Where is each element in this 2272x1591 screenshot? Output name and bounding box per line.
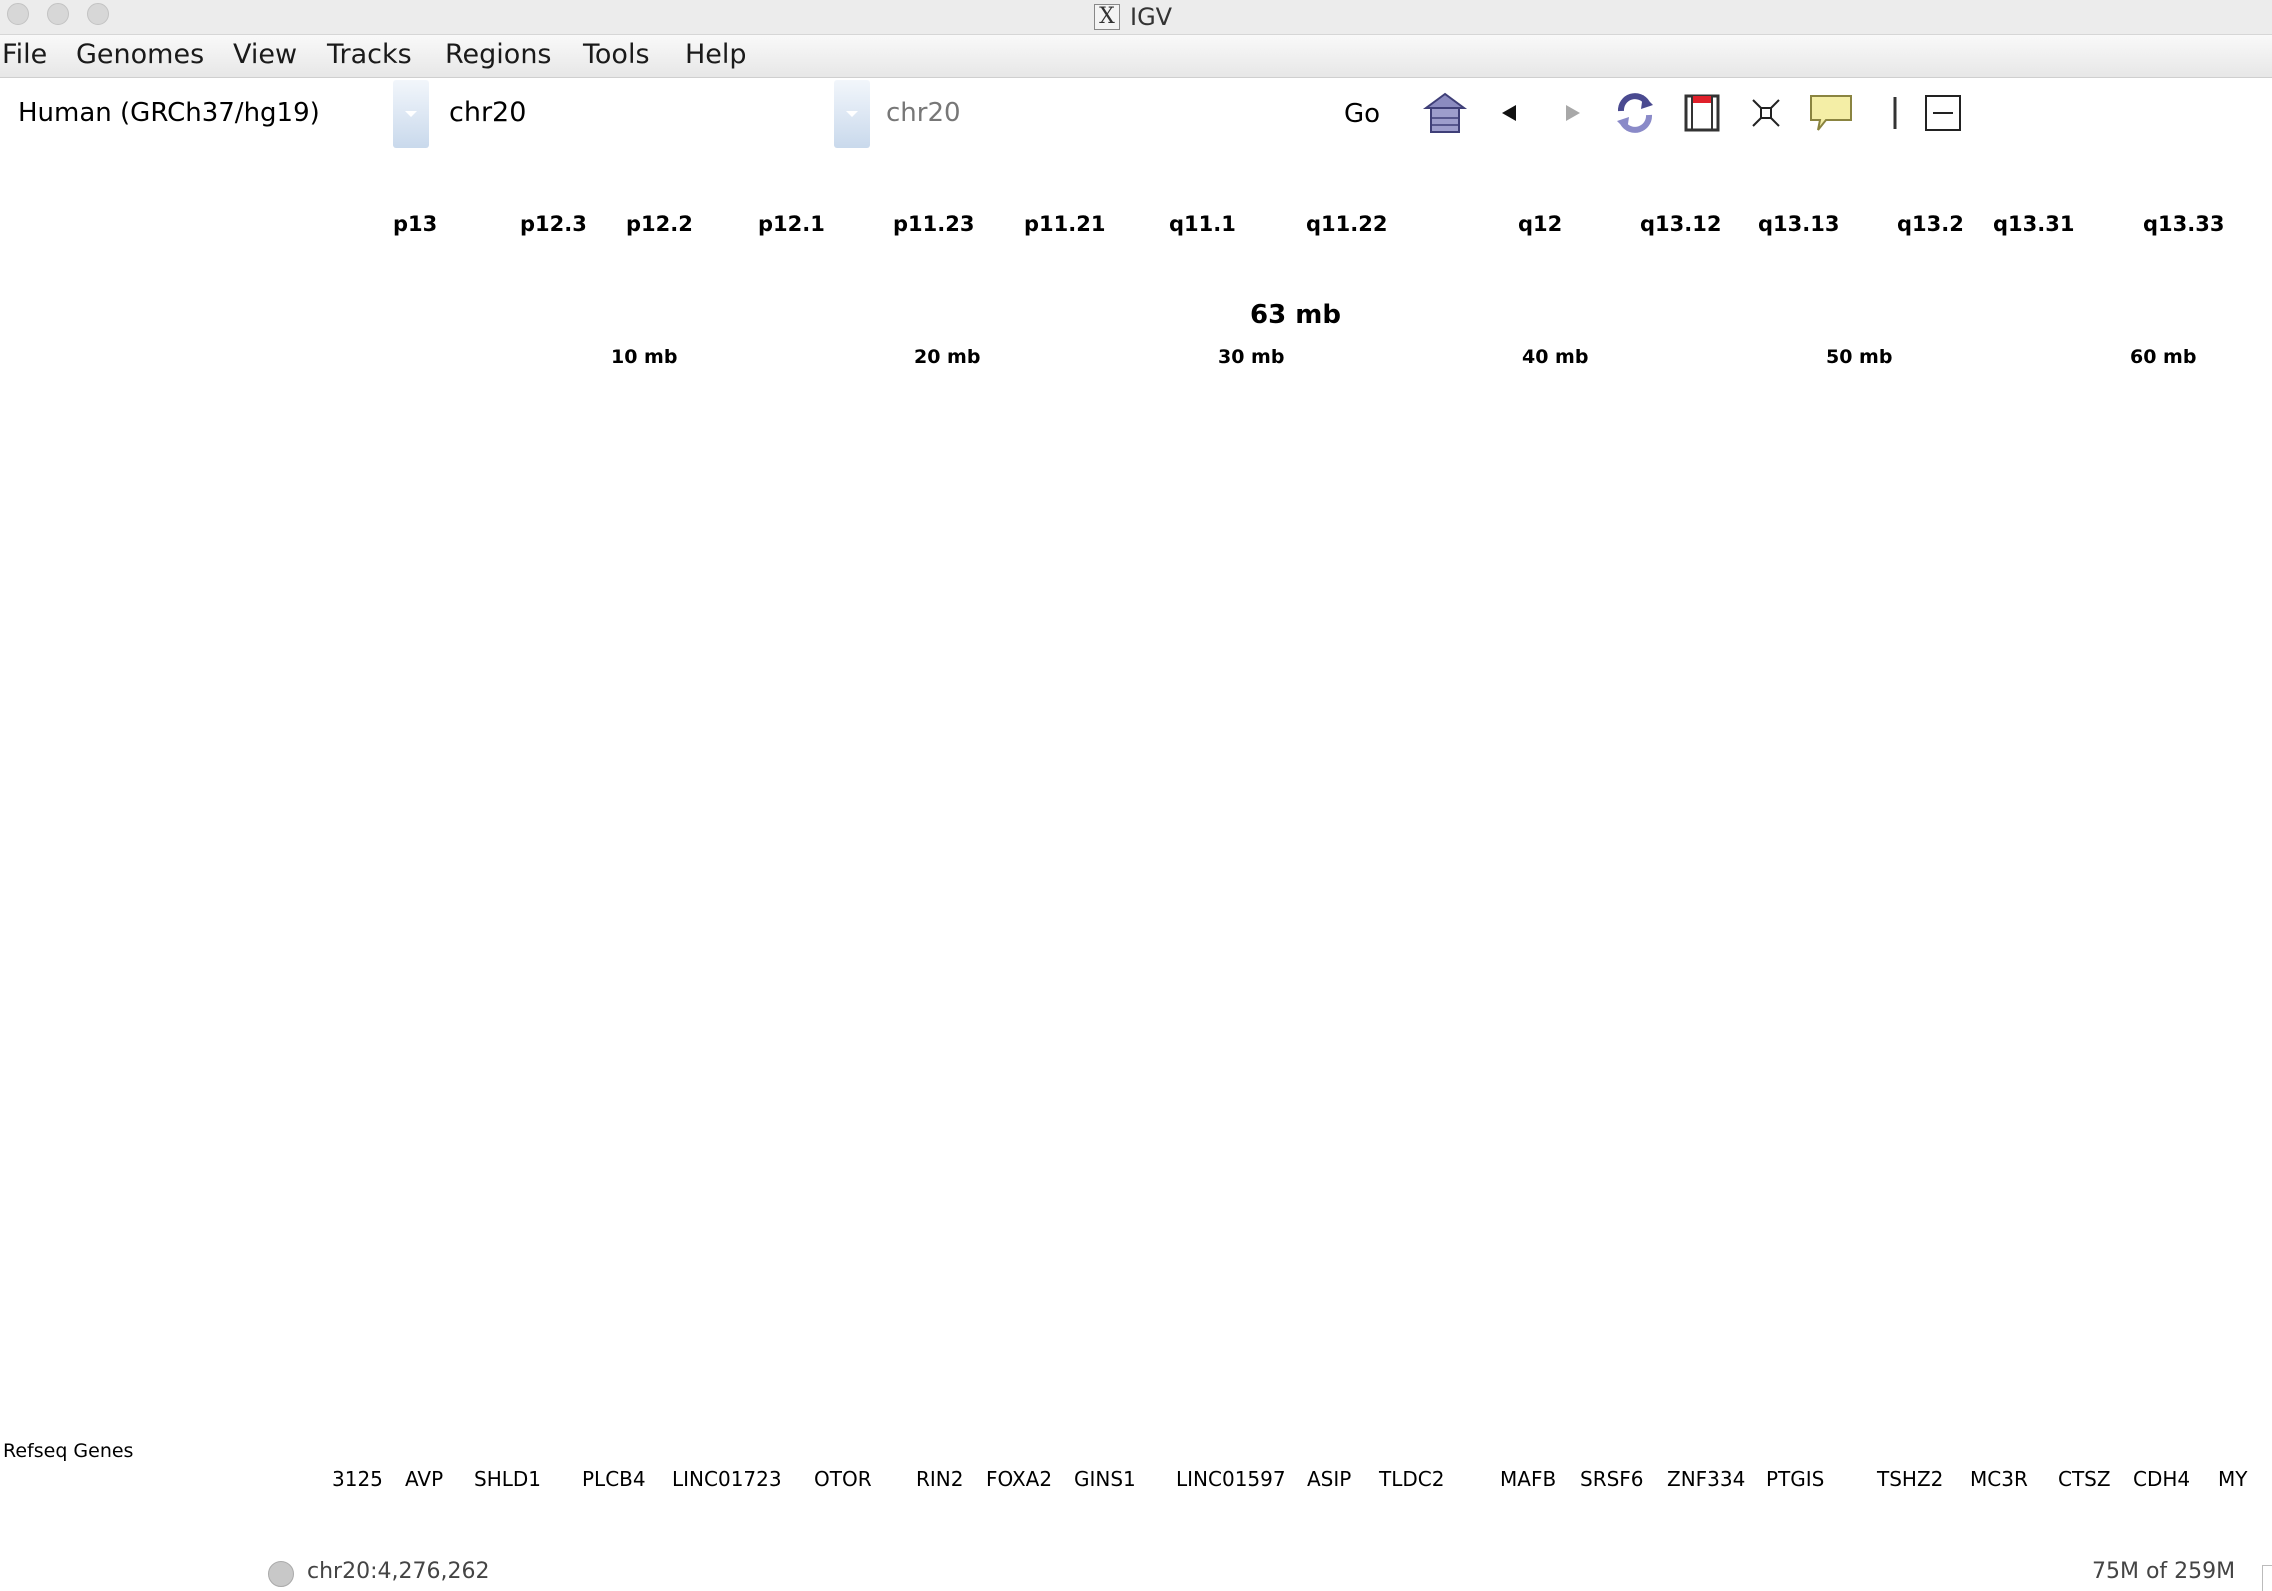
band-label: p12.1: [758, 212, 825, 236]
gene-label[interactable]: CTSZ: [2058, 1467, 2111, 1491]
window-title: X IGV: [1094, 0, 1172, 34]
ruler-tick-label: 10 mb: [611, 346, 678, 368]
genome-dropdown-arrow-icon[interactable]: [393, 80, 429, 148]
band-label: q13.12: [1640, 212, 1722, 236]
gene-label[interactable]: PLCB4: [582, 1467, 646, 1491]
gene-label[interactable]: OTOR: [814, 1467, 872, 1491]
ruler-span-label: 63 mb: [1250, 300, 1341, 330]
gene-label[interactable]: AVP: [405, 1467, 443, 1491]
gene-label[interactable]: GINS1: [1074, 1467, 1136, 1491]
window-title-bar: X IGV: [0, 0, 2272, 35]
ruler-tick-label: 50 mb: [1826, 346, 1893, 368]
gene-label[interactable]: LINC01597: [1176, 1467, 1286, 1491]
refresh-icon[interactable]: [1610, 88, 1660, 138]
menu-view[interactable]: View: [233, 39, 297, 70]
back-icon[interactable]: [1484, 88, 1534, 138]
gene-label[interactable]: ASIP: [1307, 1467, 1351, 1491]
chromosome-selector[interactable]: chr20: [449, 97, 526, 128]
status-memory[interactable]: 75M of 259M: [2092, 1559, 2235, 1584]
data-panel[interactable]: [0, 380, 2272, 1420]
menu-help[interactable]: Help: [685, 39, 747, 70]
gene-label[interactable]: TLDC2: [1379, 1467, 1444, 1491]
ruler-tick-label: 60 mb: [2130, 346, 2197, 368]
genome-selector[interactable]: Human (GRCh37/hg19): [18, 98, 320, 128]
band-label: q13.33: [2143, 212, 2225, 236]
gene-label[interactable]: ZNF334: [1667, 1467, 1745, 1491]
gene-label[interactable]: SHLD1: [474, 1467, 541, 1491]
band-label: p12.3: [520, 212, 587, 236]
gene-label[interactable]: FOXA2: [986, 1467, 1052, 1491]
popup-info-icon[interactable]: [1806, 88, 1856, 138]
home-icon[interactable]: [1420, 88, 1470, 138]
resize-to-window-icon[interactable]: [1741, 88, 1791, 138]
gene-label[interactable]: MC3R: [1970, 1467, 2028, 1491]
go-button[interactable]: Go: [1344, 99, 1380, 129]
ruler-tick-label: 30 mb: [1218, 346, 1285, 368]
ruler-tick-label: 40 mb: [1522, 346, 1589, 368]
gene-label[interactable]: MY: [2218, 1467, 2247, 1491]
region-of-interest-icon[interactable]: [1677, 88, 1727, 138]
status-indicator-icon: [268, 1561, 294, 1587]
band-label: q11.1: [1169, 212, 1236, 236]
menu-genomes[interactable]: Genomes: [76, 39, 204, 70]
band-label: q12: [1518, 212, 1563, 236]
x11-app-icon: X: [1094, 4, 1120, 30]
maximize-window-button[interactable]: [87, 3, 109, 25]
locus-search-input[interactable]: [878, 88, 1338, 138]
band-label: q13.31: [1993, 212, 2075, 236]
gene-label[interactable]: SRSF6: [1580, 1467, 1644, 1491]
menu-bar: File Genomes View Tracks Regions Tools H…: [0, 35, 2272, 78]
close-window-button[interactable]: [7, 3, 29, 25]
band-label: p12.2: [626, 212, 693, 236]
band-label: q13.2: [1897, 212, 1964, 236]
menu-regions[interactable]: Regions: [445, 39, 552, 70]
gene-label[interactable]: PTGIS: [1766, 1467, 1824, 1491]
status-position: chr20:4,276,262: [307, 1559, 490, 1584]
band-label: q13.13: [1758, 212, 1840, 236]
gene-label[interactable]: CDH4: [2133, 1467, 2190, 1491]
refseq-genes-track[interactable]: 3125 AVP SHLD1 PLCB4 LINC01723 OTOR RIN2…: [0, 1460, 2262, 1500]
minimize-window-button[interactable]: [47, 3, 69, 25]
gene-label[interactable]: MAFB: [1500, 1467, 1556, 1491]
menu-tools[interactable]: Tools: [583, 39, 650, 70]
band-label: p11.21: [1024, 212, 1106, 236]
menu-file[interactable]: File: [2, 39, 47, 70]
window-resize-grip[interactable]: [2262, 1565, 2272, 1591]
gene-label[interactable]: RIN2: [916, 1467, 963, 1491]
gene-label[interactable]: TSHZ2: [1877, 1467, 1943, 1491]
ruler-tick-label: 20 mb: [914, 346, 981, 368]
chromosome-dropdown-arrow-icon[interactable]: [834, 80, 870, 148]
gene-label[interactable]: 3125: [332, 1467, 383, 1491]
gene-label[interactable]: LINC01723: [672, 1467, 782, 1491]
collapse-icon[interactable]: [1918, 88, 1968, 138]
forward-icon[interactable]: [1548, 88, 1598, 138]
track-name-refseq-genes[interactable]: Refseq Genes: [3, 1440, 133, 1462]
band-label: p13: [393, 212, 438, 236]
window-title-text: IGV: [1130, 3, 1173, 31]
band-label: p11.23: [893, 212, 975, 236]
menu-tracks[interactable]: Tracks: [327, 39, 412, 70]
band-label: q11.22: [1306, 212, 1388, 236]
toolbar: Human (GRCh37/hg19) chr20 Go: [0, 78, 2272, 158]
center-line-icon[interactable]: [1870, 88, 1920, 138]
